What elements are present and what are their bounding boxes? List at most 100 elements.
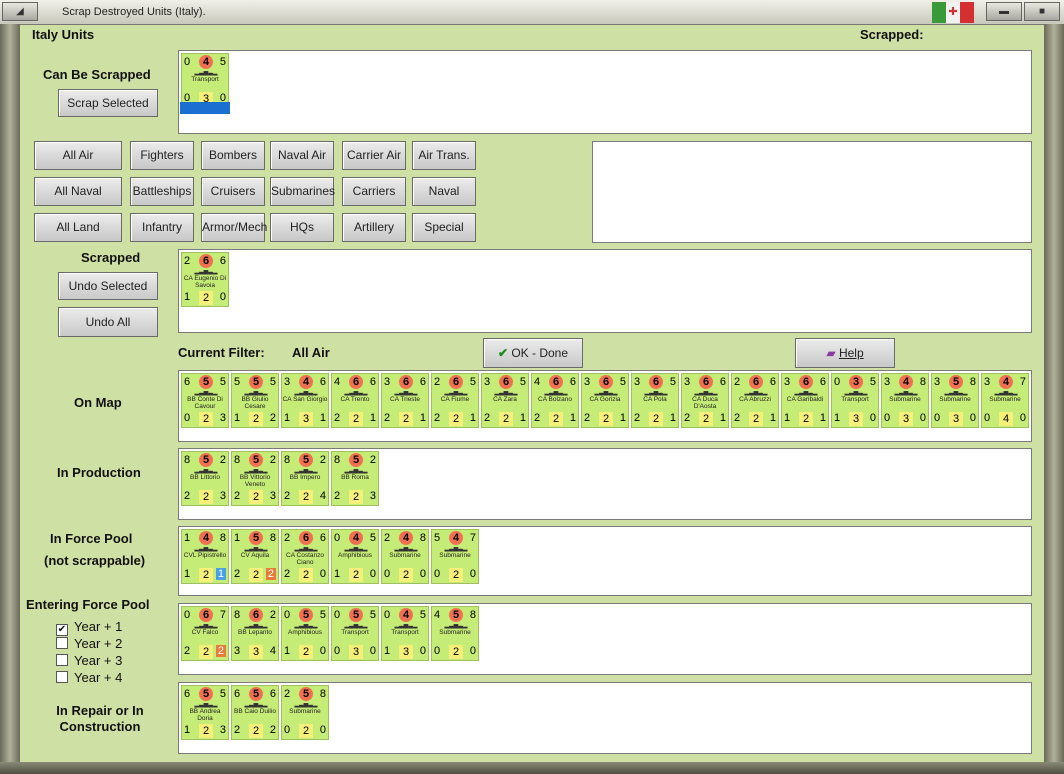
unit-top-right-value: 6 [219, 255, 226, 267]
unit-counter[interactable]: 3 5 8 ▂▃▅▃▂ Submarine 0 3 0 [931, 373, 979, 428]
filter-artillery-button[interactable]: Artillery [342, 213, 406, 242]
filter-all-naval-button[interactable]: All Naval [34, 177, 122, 206]
unit-counter[interactable]: 3 6 6 ▂▃▅▃▂ CA Garibaldi 1 2 1 [781, 373, 829, 428]
unit-counter[interactable]: 4 5 8 ▂▃▅▃▂ Submarine 0 2 0 [431, 606, 479, 661]
unit-name: Amphibious [338, 552, 372, 559]
unit-bottom-right-value: 0 [419, 568, 426, 580]
filter-fighters-button[interactable]: Fighters [130, 141, 194, 170]
unit-counter[interactable]: 2 6 6 ▂▃▅▃▂ CA Costanzo Ciano 2 2 0 [281, 529, 329, 584]
unit-bottom-mid-value: 2 [699, 412, 713, 426]
unit-counter[interactable]: 0 4 5 ▂▃▅▃▂ Amphibious 1 2 0 [331, 529, 379, 584]
unit-counter[interactable]: 8 5 2 ▂▃▅▃▂ BB Roma 2 2 3 [331, 451, 379, 506]
checkbox-icon[interactable] [56, 637, 68, 649]
maximize-button[interactable]: ■ [1024, 2, 1060, 21]
unit-counter[interactable]: 3 6 5 ▂▃▅▃▂ CA Zara 2 2 1 [481, 373, 529, 428]
unit-counter[interactable]: 3 4 8 ▂▃▅▃▂ Submarine 0 3 0 [881, 373, 929, 428]
unit-counter[interactable]: 2 5 8 ▂▃▅▃▂ Submarine 0 2 0 [281, 685, 329, 740]
unit-counter[interactable]: 0 4 5 ▂▃▅▃▂ Transport 0 3 0 [181, 53, 229, 108]
unit-counter[interactable]: 2 6 5 ▂▃▅▃▂ CA Fiume 2 2 1 [431, 373, 479, 428]
filter-armor-mech-button[interactable]: Armor/Mech [201, 213, 267, 242]
unit-counter[interactable]: 5 5 5 ▂▃▅▃▂ BB Giulio Cesare 1 2 2 [231, 373, 279, 428]
unit-counter[interactable]: 8 5 2 ▂▃▅▃▂ BB Littorio 2 2 3 [181, 451, 229, 506]
filter-infantry-button[interactable]: Infantry [130, 213, 194, 242]
filter-air-trans-button[interactable]: Air Trans. [412, 141, 476, 170]
filter-naval-trans-button[interactable]: Naval Trans. [412, 177, 476, 225]
unit-top-left-value: 0 [834, 376, 841, 388]
unit-bottom-left-value: 2 [484, 412, 491, 424]
unit-top-right-value: 2 [269, 454, 276, 466]
help-button[interactable]: ▰ Help [795, 338, 895, 368]
unit-bottom-mid-value: 2 [249, 490, 263, 504]
unit-counter[interactable]: 5 4 7 ▂▃▅▃▂ Submarine 0 2 0 [431, 529, 479, 584]
unit-counter[interactable]: 8 5 2 ▂▃▅▃▂ BB Impero 2 2 4 [281, 451, 329, 506]
filter-naval-air-button[interactable]: Naval Air [270, 141, 334, 170]
system-menu-button[interactable]: ◢ [2, 2, 38, 21]
in-production-list[interactable]: 8 5 2 ▂▃▅▃▂ BB Littorio 2 2 3 8 5 2 ▂▃▅▃▂ BB Vittori… [178, 448, 1032, 520]
entering-force-pool-list[interactable]: 0 6 7 ▂▃▅▃▂ CV Falco 2 2 2 8 6 2 ▂▃▅▃▂ BB Lepanto 3 3 4… [178, 603, 1032, 675]
unit-counter[interactable]: 4 6 6 ▂▃▅▃▂ CA Bolzano 2 2 1 [531, 373, 579, 428]
filter-special-button[interactable]: Special [412, 213, 476, 242]
unit-counter[interactable]: 6 5 5 ▂▃▅▃▂ BB Andrea Doria 1 2 3 [181, 685, 229, 740]
unit-counter[interactable]: 0 4 5 ▂▃▅▃▂ Transport 1 3 0 [381, 606, 429, 661]
scrap-selected-button[interactable]: Scrap Selected [58, 89, 158, 117]
in-repair-list[interactable]: 6 5 5 ▂▃▅▃▂ BB Andrea Doria 1 2 3 6 5 6 ▂▃▅▃▂ BB Cai… [178, 682, 1032, 754]
unit-bottom-left-value: 0 [434, 568, 441, 580]
year-plus-3-checkbox[interactable]: Year + 3 [56, 653, 122, 668]
unit-counter[interactable]: 3 4 7 ▂▃▅▃▂ Submarine 0 4 0 [981, 373, 1029, 428]
unit-counter[interactable]: 2 6 6 ▂▃▅▃▂ CA Eugenio Di Savoia 1 2 0 [181, 252, 229, 307]
on-map-list[interactable]: 6 5 5 ▂▃▅▃▂ BB Conte Di Cavour 0 2 3 5 5 5 ▂▃▅▃▂ BB … [178, 370, 1032, 442]
unit-counter[interactable]: 6 5 6 ▂▃▅▃▂ BB Caio Duilio 2 2 2 [231, 685, 279, 740]
year-plus-1-checkbox[interactable]: ✔ Year + 1 [56, 619, 122, 636]
unit-counter[interactable]: 0 3 5 ▂▃▅▃▂ Transport 1 3 0 [831, 373, 879, 428]
unit-bottom-right-value: 2 [269, 724, 276, 736]
unit-counter[interactable]: 3 6 6 ▂▃▅▃▂ CA Duca D'Aosta 2 2 1 [681, 373, 729, 428]
unit-counter[interactable]: 1 4 8 ▂▃▅▃▂ CVL Pipistrello 1 2 1 [181, 529, 229, 584]
unit-counter[interactable]: 0 5 5 ▂▃▅▃▂ Transport 0 3 0 [331, 606, 379, 661]
unit-counter[interactable]: 4 6 6 ▂▃▅▃▂ CA Trento 2 2 1 [331, 373, 379, 428]
unit-counter[interactable]: 1 5 8 ▂▃▅▃▂ CV Aquila 2 2 2 [231, 529, 279, 584]
unit-bottom-mid-value: 2 [299, 490, 313, 504]
unit-counter[interactable]: 8 6 2 ▂▃▅▃▂ BB Lepanto 3 3 4 [231, 606, 279, 661]
unit-strength-value: 5 [449, 608, 463, 622]
filter-battleships-button[interactable]: Battleships [130, 177, 194, 206]
unit-name: CA Abruzzi [739, 396, 771, 403]
filter-bombers-button[interactable]: Bombers [201, 141, 265, 170]
unit-strength-value: 6 [199, 254, 213, 268]
unit-counter[interactable]: 0 5 5 ▂▃▅▃▂ Amphibious 1 2 0 [281, 606, 329, 661]
force-pool-list[interactable]: 1 4 8 ▂▃▅▃▂ CVL Pipistrello 1 2 1 1 5 8 ▂▃▅▃▂ CV Aqu… [178, 526, 1032, 596]
unit-counter[interactable]: 0 6 7 ▂▃▅▃▂ CV Falco 2 2 2 [181, 606, 229, 661]
can-be-scrapped-list[interactable]: 0 4 5 ▂▃▅▃▂ Transport 0 3 0 [178, 50, 1032, 134]
unit-counter[interactable]: 8 5 2 ▂▃▅▃▂ BB Vittorio Veneto 2 2 3 [231, 451, 279, 506]
unit-counter[interactable]: 6 5 5 ▂▃▅▃▂ BB Conte Di Cavour 0 2 3 [181, 373, 229, 428]
unit-name: Submarine [389, 552, 421, 559]
unit-strength-value: 6 [199, 608, 213, 622]
filter-carrier-air-button[interactable]: Carrier Air [342, 141, 406, 170]
unit-strength-value: 6 [399, 375, 413, 389]
unit-strength-value: 4 [399, 531, 413, 545]
unit-counter[interactable]: 3 4 6 ▂▃▅▃▂ CA San Giorgio 1 3 1 [281, 373, 329, 428]
unit-counter[interactable]: 3 6 5 ▂▃▅▃▂ CA Gorizia 2 2 1 [581, 373, 629, 428]
year-plus-4-checkbox[interactable]: Year + 4 [56, 670, 122, 685]
checkbox-icon[interactable]: ✔ [56, 624, 68, 636]
unit-counter[interactable]: 2 6 6 ▂▃▅▃▂ CA Abruzzi 2 2 1 [731, 373, 779, 428]
unit-bottom-mid-value: 3 [899, 412, 913, 426]
filter-submarines-button[interactable]: Submarines [270, 177, 335, 206]
filter-hqs-button[interactable]: HQs [270, 213, 334, 242]
filter-all-land-button[interactable]: All Land [34, 213, 122, 242]
undo-all-button[interactable]: Undo All [58, 307, 158, 337]
checkbox-icon[interactable] [56, 671, 68, 683]
unit-bottom-left-value: 2 [734, 412, 741, 424]
unit-counter[interactable]: 2 4 8 ▂▃▅▃▂ Submarine 0 2 0 [381, 529, 429, 584]
filter-carriers-button[interactable]: Carriers [342, 177, 406, 206]
checkbox-icon[interactable] [56, 654, 68, 666]
filter-cruisers-button[interactable]: Cruisers [201, 177, 265, 206]
unit-counter[interactable]: 3 6 5 ▂▃▅▃▂ CA Pola 2 2 1 [631, 373, 679, 428]
unit-counter[interactable]: 3 6 6 ▂▃▅▃▂ CA Trieste 2 2 1 [381, 373, 429, 428]
minimize-button[interactable]: ▬ [986, 2, 1022, 21]
undo-selected-button[interactable]: Undo Selected [58, 272, 158, 300]
ok-done-button[interactable]: ✔ OK - Done [483, 338, 583, 368]
scrapped-list[interactable]: 2 6 6 ▂▃▅▃▂ CA Eugenio Di Savoia 1 2 0 [178, 249, 1032, 333]
filter-all-air-button[interactable]: All Air [34, 141, 122, 170]
unit-top-left-value: 2 [184, 255, 191, 267]
year-plus-2-checkbox[interactable]: Year + 2 [56, 636, 122, 651]
